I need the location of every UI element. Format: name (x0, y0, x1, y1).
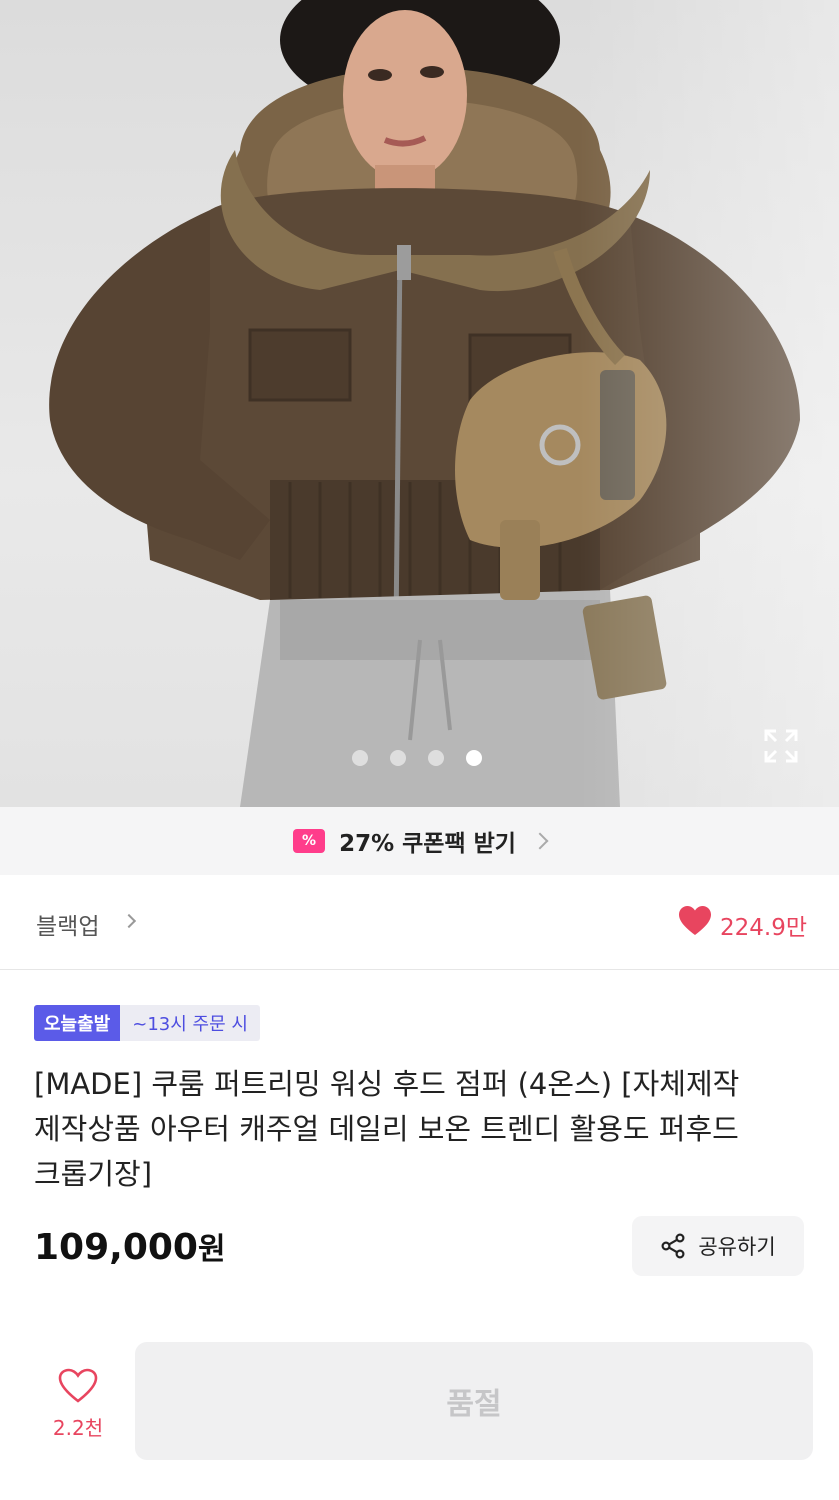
heart-filled-icon[interactable] (678, 905, 712, 937)
carousel-dot-2[interactable] (390, 750, 406, 766)
product-title: [MADE] 쿠룸 퍼트리밍 워싱 후드 점퍼 (4온스) [자체제작 제작상품… (34, 1067, 740, 1191)
product-image[interactable] (0, 0, 839, 807)
order-cutoff-badge: ~13시 주문 시 (120, 1005, 260, 1041)
chevron-right-icon (531, 832, 549, 850)
coupon-percent-icon: % (293, 829, 326, 853)
share-icon (661, 1233, 685, 1259)
wall-highlight (579, 0, 839, 807)
heart-outline-icon (58, 1368, 98, 1403)
expand-icon[interactable] (762, 727, 800, 765)
wishlist-button[interactable]: 2.2천 (40, 1368, 116, 1448)
carousel-dot-4[interactable] (466, 750, 482, 766)
shop-name-link[interactable]: 블랙업 (36, 907, 99, 941)
carousel-dot-1[interactable] (352, 750, 368, 766)
carousel-dot-3[interactable] (428, 750, 444, 766)
share-label: 공유하기 (698, 1235, 776, 1259)
sold-out-button[interactable]: 품절 (135, 1342, 813, 1460)
today-shipping-badge: 오늘출발 (34, 1005, 121, 1041)
shop-like-count: 224.9만 (720, 915, 808, 941)
price-unit: 원 (197, 1232, 226, 1267)
product-page: % 27% 쿠폰팩 받기 블랙업 224.9만 오늘출발 ~13시 주문 시 [… (0, 0, 839, 1500)
shipping-badges: 오늘출발 ~13시 주문 시 (34, 1005, 260, 1041)
carousel-dots (352, 750, 482, 766)
coupon-label: 27% 쿠폰팩 받기 (339, 831, 516, 857)
wishlist-count: 2.2천 (52, 1416, 104, 1440)
product-price: 109,000원 (34, 1224, 226, 1268)
price-value: 109,000 (34, 1227, 198, 1268)
share-button[interactable]: 공유하기 (632, 1216, 804, 1276)
chevron-right-icon[interactable] (121, 913, 137, 929)
shop-row: 블랙업 224.9만 (0, 875, 839, 970)
coupon-banner[interactable]: % 27% 쿠폰팩 받기 (0, 807, 839, 875)
